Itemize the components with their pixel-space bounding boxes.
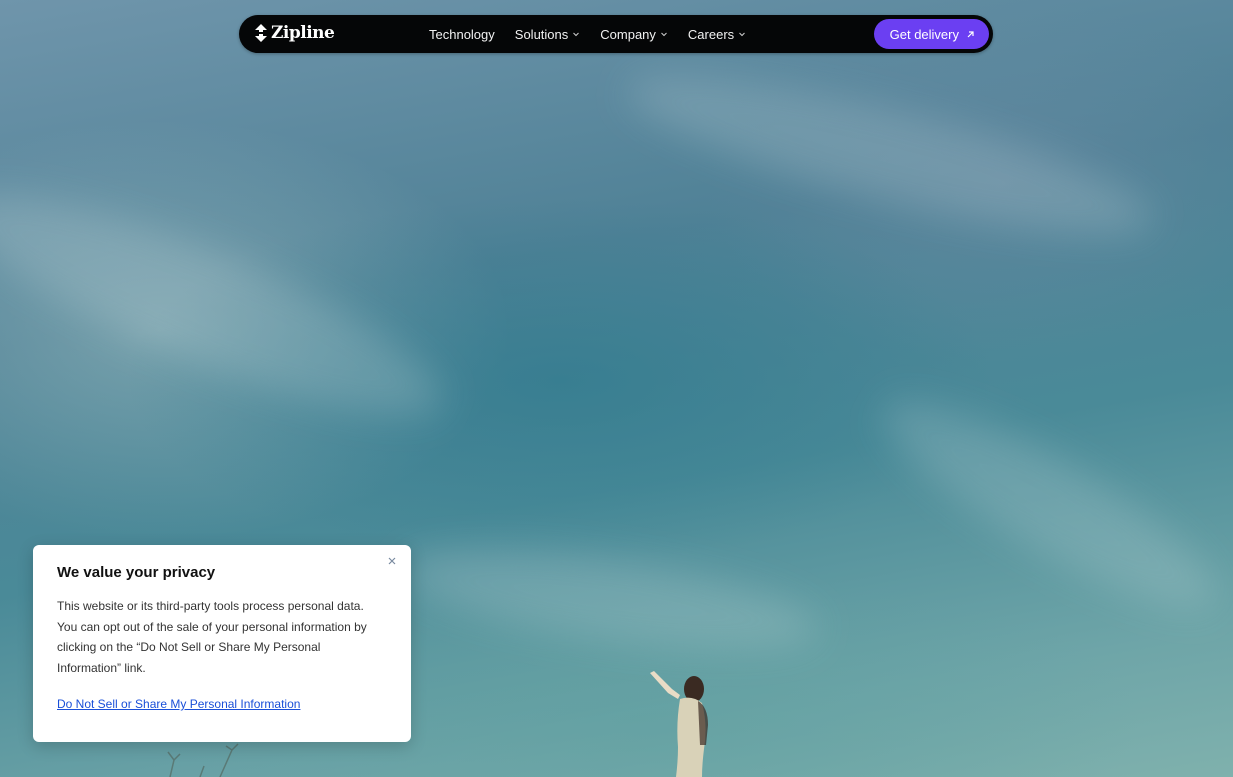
cloud-streak [862,371,1233,639]
chevron-down-icon [573,32,580,37]
brand-name: Zipline [271,23,335,43]
arrow-up-right-icon [967,30,974,37]
nav-item-label: Solutions [514,26,569,42]
privacy-title: We value your privacy [57,564,216,581]
nav-item-company[interactable]: Company [600,27,668,42]
nav-item-label: Company [600,26,656,42]
top-navbar: Zipline Technology Solutions Company Car… [239,15,993,53]
plant-silhouette [167,743,239,777]
privacy-body-text: This website or its third-party tools pr… [57,599,367,675]
nav-item-technology[interactable]: Technology [429,27,495,42]
cloud-streak [617,46,1163,264]
person-silhouette [650,671,708,777]
nav-item-solutions[interactable]: Solutions [515,27,580,42]
nav-links: Technology Solutions Company Careers [429,15,766,53]
close-icon[interactable] [385,554,399,568]
nav-item-label: Careers [687,26,735,42]
brand-logo[interactable]: Zipline [253,22,335,44]
get-delivery-button[interactable]: Get delivery [873,19,989,49]
nav-item-careers[interactable]: Careers [688,27,746,42]
privacy-popup: We value your privacy This website or it… [33,545,411,742]
get-delivery-label: Get delivery [889,26,959,42]
zipline-logo-icon [255,24,267,42]
cloud-streak [396,531,824,669]
do-not-sell-link[interactable]: Do Not Sell or Share My Personal Informa… [57,697,300,711]
cloud-streak [0,156,462,454]
chevron-down-icon [739,32,746,37]
nav-item-label: Technology [429,26,495,42]
chevron-down-icon [661,32,667,37]
